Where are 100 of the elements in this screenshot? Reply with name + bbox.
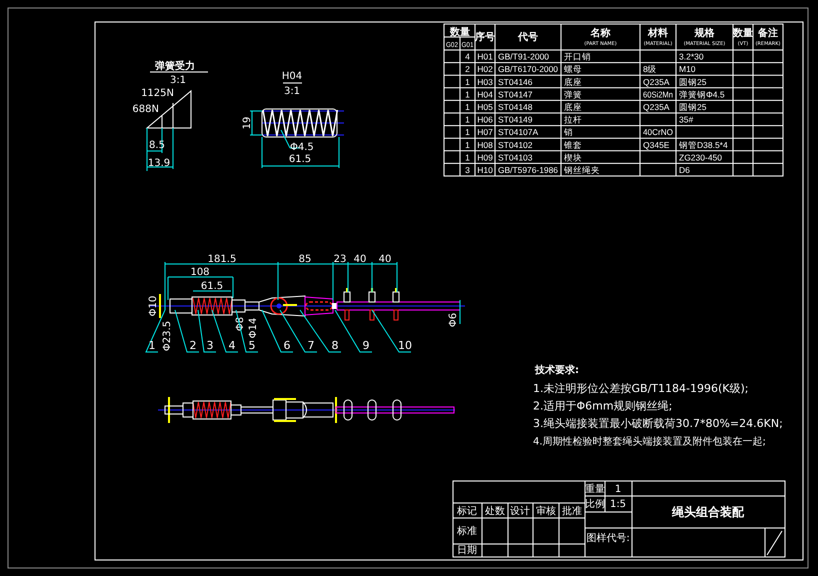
table-header: 规格 [694,28,714,39]
table-cell: 40CrNO [643,127,674,138]
table-cell: 钢丝绳夹 [564,165,600,175]
balloon-number: 2 [190,339,196,352]
table-cell: H01 [477,52,493,62]
table-cell: 1 [465,127,470,138]
table-cell: 3.2*30 [679,52,704,62]
table-cell: 1:5 [610,499,626,510]
diagram-title: 弹簧受力 [155,61,195,72]
table-header: 数量 [450,27,470,38]
table-cell: 60Si2Mn [643,89,677,100]
table-cell: 处数 [485,506,505,517]
table-cell: ST04107A [498,127,538,138]
table-cell: GB/T6170-2000 [498,64,558,74]
table-header: 数量 [733,28,753,39]
table-cell: 销 [564,127,573,138]
table-cell: 弹簧 [564,89,582,100]
table-cell: 开口销 [564,52,591,62]
table-cell: Q345E [643,140,670,150]
table-cell: 标准 [457,526,477,537]
leader-line [300,310,342,352]
table-cell: H10 [477,165,493,175]
requirement-text: 4.周期性检验时整套绳头端接装置及附件包装在一起; [533,436,766,448]
table-cell: 4 [465,52,470,62]
table-cell: 比例 [585,499,605,510]
dimension-label: Φ6 [448,312,459,328]
table-cell: 重量 [585,484,605,495]
requirements-title: 技术要求: [535,365,579,376]
table-header: 序号 [475,32,495,43]
table-cell: 1 [465,152,470,162]
dimension-label: 13.9 [148,158,170,169]
balloon-number: 10 [398,339,412,352]
table-cell: 圆钢25 [679,76,706,87]
dimension-label: 85 [298,254,312,265]
table-cell: 底座 [564,102,582,112]
leader-line [372,310,412,352]
dimension-label: Φ14 [248,318,259,338]
dimension-label: 40 [378,254,392,265]
table-cell: 1 [465,140,470,150]
table-cell: 1 [465,102,470,112]
dimension-label: 61.5 [200,281,224,292]
dimension-label: 40 [354,254,366,265]
dimension-label: 181.5 [208,254,236,265]
table-cell: GB/T5976-1986 [498,165,558,175]
table-cell: ST04102 [498,140,532,150]
balloon-number: 4 [228,339,236,352]
table-cell: H06 [477,114,493,125]
table-cell: H09 [477,152,493,162]
table-cell: H02 [477,64,493,74]
balloon-number: 3 [206,339,214,352]
balloon-number: 7 [308,339,314,352]
table-cell: 35# [679,114,694,125]
table-header: 材料 [648,28,668,39]
requirement-text: 2.适用于Φ6mm规则钢丝绳; [533,400,672,412]
dimension-label: Φ4.5 [290,142,314,153]
table-cell: 1 [465,114,470,125]
table-cell: 锥套 [564,140,582,150]
table-cell: 钢管D38.5*4 [679,140,728,150]
table-cell: M10 [679,64,696,74]
table-cell: 2 [465,64,470,74]
table-cell: 弹簧钢Φ4.5 [679,89,725,100]
table-cell: 圆钢25 [679,102,706,112]
force-label: 1125N [141,88,174,99]
table-cell: 标记 [457,506,477,517]
table-cell: Q235A [643,76,670,87]
balloon-number: 9 [362,339,370,352]
dimension-label: 23 [334,254,346,265]
table-cell: ST04148 [498,102,532,112]
table-header: 名称 [590,28,610,39]
table-cell: 楔块 [564,152,582,162]
drawing-title: 绳头组合装配 [672,505,744,519]
table-cell: 拉杆 [564,114,582,125]
requirement-text: 1.未注明形位公差按GB/T1184-1996(K级); [533,382,748,395]
scale-label: 3:1 [284,86,300,97]
balloon-number: 1 [148,339,156,352]
table-header: 备注 [758,28,778,39]
leader-line [236,310,258,352]
dimension-label: 19 [242,116,253,130]
table-header: 代号 [518,32,538,43]
dimension-label: Φ23.5 [162,320,173,352]
dimension-label: 61.5 [288,154,312,165]
balloon-number: 5 [248,339,256,352]
table-cell: 日期 [457,545,477,556]
table-cell: Q235A [643,102,670,112]
part-label: H04 [282,71,302,82]
table-cell: 8级 [643,64,657,74]
leader-line [262,310,294,352]
dimension-label: 108 [190,267,210,278]
table-cell: 批准 [562,506,582,517]
table-cell: 3 [465,165,470,175]
table-cell: 1 [614,484,622,495]
table-cell: H05 [477,102,493,112]
leader-line [198,310,216,352]
table-cell: H03 [477,76,493,87]
table-cell: D6 [679,165,690,175]
table-cell: ZG230-450 [679,152,722,162]
requirement-text: 3.绳头端接装置最小破断载荷30.7*80%=24.6KN; [533,417,783,430]
dimension-label: Φ10 [148,296,159,316]
balloon-number: 6 [284,339,290,352]
table-cell: ST04147 [498,89,532,100]
